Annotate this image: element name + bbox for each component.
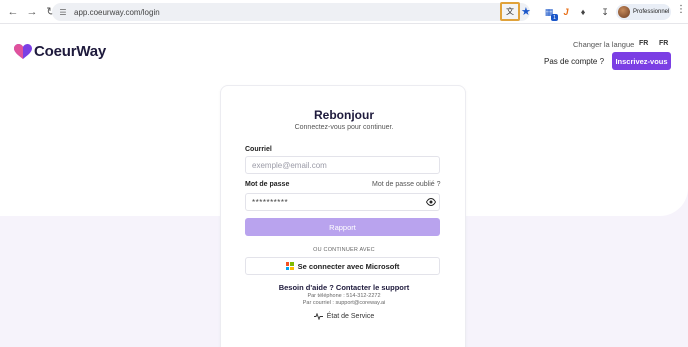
forward-icon[interactable]: → [24, 4, 40, 20]
or-continue-divider: OU CONTINUER AVEC [313, 247, 375, 253]
avatar [618, 6, 630, 18]
site-settings-icon[interactable]: ☰ [58, 7, 68, 17]
brand-name: CoeurWay [34, 43, 107, 60]
submit-button[interactable]: Rapport [245, 218, 440, 236]
microsoft-login-button[interactable]: Se connecter avec Microsoft [245, 257, 440, 275]
language-option-fr-1[interactable]: FR [639, 40, 648, 47]
service-status-label: État de Service [326, 313, 375, 320]
profile-label: Professionnel [633, 9, 670, 15]
extension-blue-icon[interactable]: ▦ 1 [542, 5, 558, 21]
email-label: Courriel [245, 146, 272, 153]
support-email: Par courriel : support@coreway.ai [302, 300, 386, 306]
brand-logo[interactable]: CoeurWay [14, 43, 106, 60]
microsoft-login-label: Se connecter avec Microsoft [297, 261, 400, 271]
password-field[interactable]: ********** [245, 193, 440, 211]
language-label: Changer la langue [573, 40, 635, 49]
browser-menu-icon[interactable]: ⋮ [676, 5, 686, 15]
show-password-eye-icon[interactable] [426, 198, 436, 206]
forgot-password-link[interactable]: Mot de passe oublié ? [372, 181, 441, 188]
page-subtitle: Connectez-vous pour continuer. [294, 124, 394, 131]
translate-icon[interactable]: 文 [500, 2, 520, 21]
extension-orange-icon[interactable]: J [559, 5, 573, 19]
support-heading[interactable]: Besoin d'aide ? Contacter le support [0, 283, 688, 292]
page-title: Rebonjour [314, 108, 374, 122]
signup-button[interactable]: Inscrivez-vous [612, 52, 671, 70]
profile-chip[interactable]: Professionnel [616, 4, 671, 20]
support-phone: Par téléphone : 514-312-2272 [307, 293, 381, 299]
extensions-puzzle-icon[interactable]: ♦ [576, 5, 590, 19]
password-label: Mot de passe [245, 181, 290, 188]
extension-badge: 1 [551, 14, 558, 21]
url-text[interactable]: app.coeurway.com/login [74, 8, 160, 17]
heart-logo-icon [14, 43, 32, 59]
service-status-link[interactable]: État de Service [0, 313, 688, 320]
language-option-fr-2[interactable]: FR [659, 40, 668, 47]
activity-pulse-icon [313, 313, 323, 320]
bookmark-star-icon[interactable]: ★ [521, 5, 531, 18]
no-account-text: Pas de compte ? [544, 57, 605, 66]
back-icon[interactable]: ← [5, 4, 21, 20]
microsoft-icon [285, 262, 294, 270]
download-icon[interactable]: ↧ [598, 5, 612, 19]
address-bar[interactable]: ☰ app.coeurway.com/login [52, 3, 530, 21]
email-field[interactable]: exemple@email.com [245, 156, 440, 174]
